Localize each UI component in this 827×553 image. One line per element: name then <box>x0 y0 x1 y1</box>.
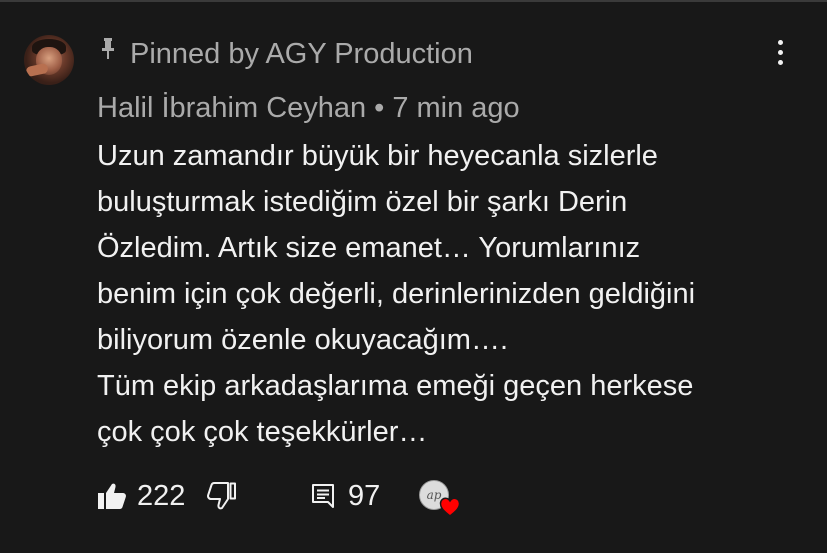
comment-icon[interactable] <box>311 483 335 509</box>
menu-dot <box>777 59 783 65</box>
comment-header: Halil İbrahim Ceyhan • 7 min ago <box>97 88 520 128</box>
avatar-arm <box>25 62 49 78</box>
pin-icon <box>102 38 114 59</box>
comment-actions: 222 97 ap <box>97 476 477 518</box>
comment-timestamp[interactable]: 7 min ago <box>392 92 519 125</box>
like-count: 222 <box>137 480 186 512</box>
comment-line: benim için çok değerli, derinlerinizden … <box>97 278 696 310</box>
top-divider <box>0 0 827 2</box>
menu-dot <box>777 49 783 55</box>
more-vert-icon[interactable] <box>768 36 792 68</box>
comment-line: Uzun zamandır büyük bir heyecanla sizler… <box>97 140 658 172</box>
avatar[interactable] <box>24 35 74 85</box>
thumb-up-icon[interactable] <box>97 482 127 510</box>
comment-line: Tüm ekip arkadaşlarıma emeği geçen herke… <box>97 370 694 402</box>
reply-count[interactable]: 97 <box>348 476 380 516</box>
comment-line: Özledim. Artık size emanet… Yorumlarınız <box>97 232 641 264</box>
creator-heart-badge: ap <box>419 480 463 518</box>
heart-icon <box>439 497 461 517</box>
comment-line: biliyorum özenle okuyacağım…. <box>97 324 509 356</box>
comment-text: Uzun zamandır büyük bir heyecanla sizler… <box>97 133 807 455</box>
comment-line: buluşturmak istediğim özel bir şarkı Der… <box>97 186 628 218</box>
comment-line: çok çok çok teşekkürler… <box>97 416 428 448</box>
header-separator: • <box>374 91 385 124</box>
pinned-label: Pinned by AGY Production <box>130 37 473 70</box>
pinned-badge: Pinned by AGY Production <box>100 34 473 74</box>
thumb-down-icon[interactable] <box>207 482 237 510</box>
menu-dot <box>777 39 783 45</box>
author-name[interactable]: Halil İbrahim Ceyhan <box>97 92 366 125</box>
